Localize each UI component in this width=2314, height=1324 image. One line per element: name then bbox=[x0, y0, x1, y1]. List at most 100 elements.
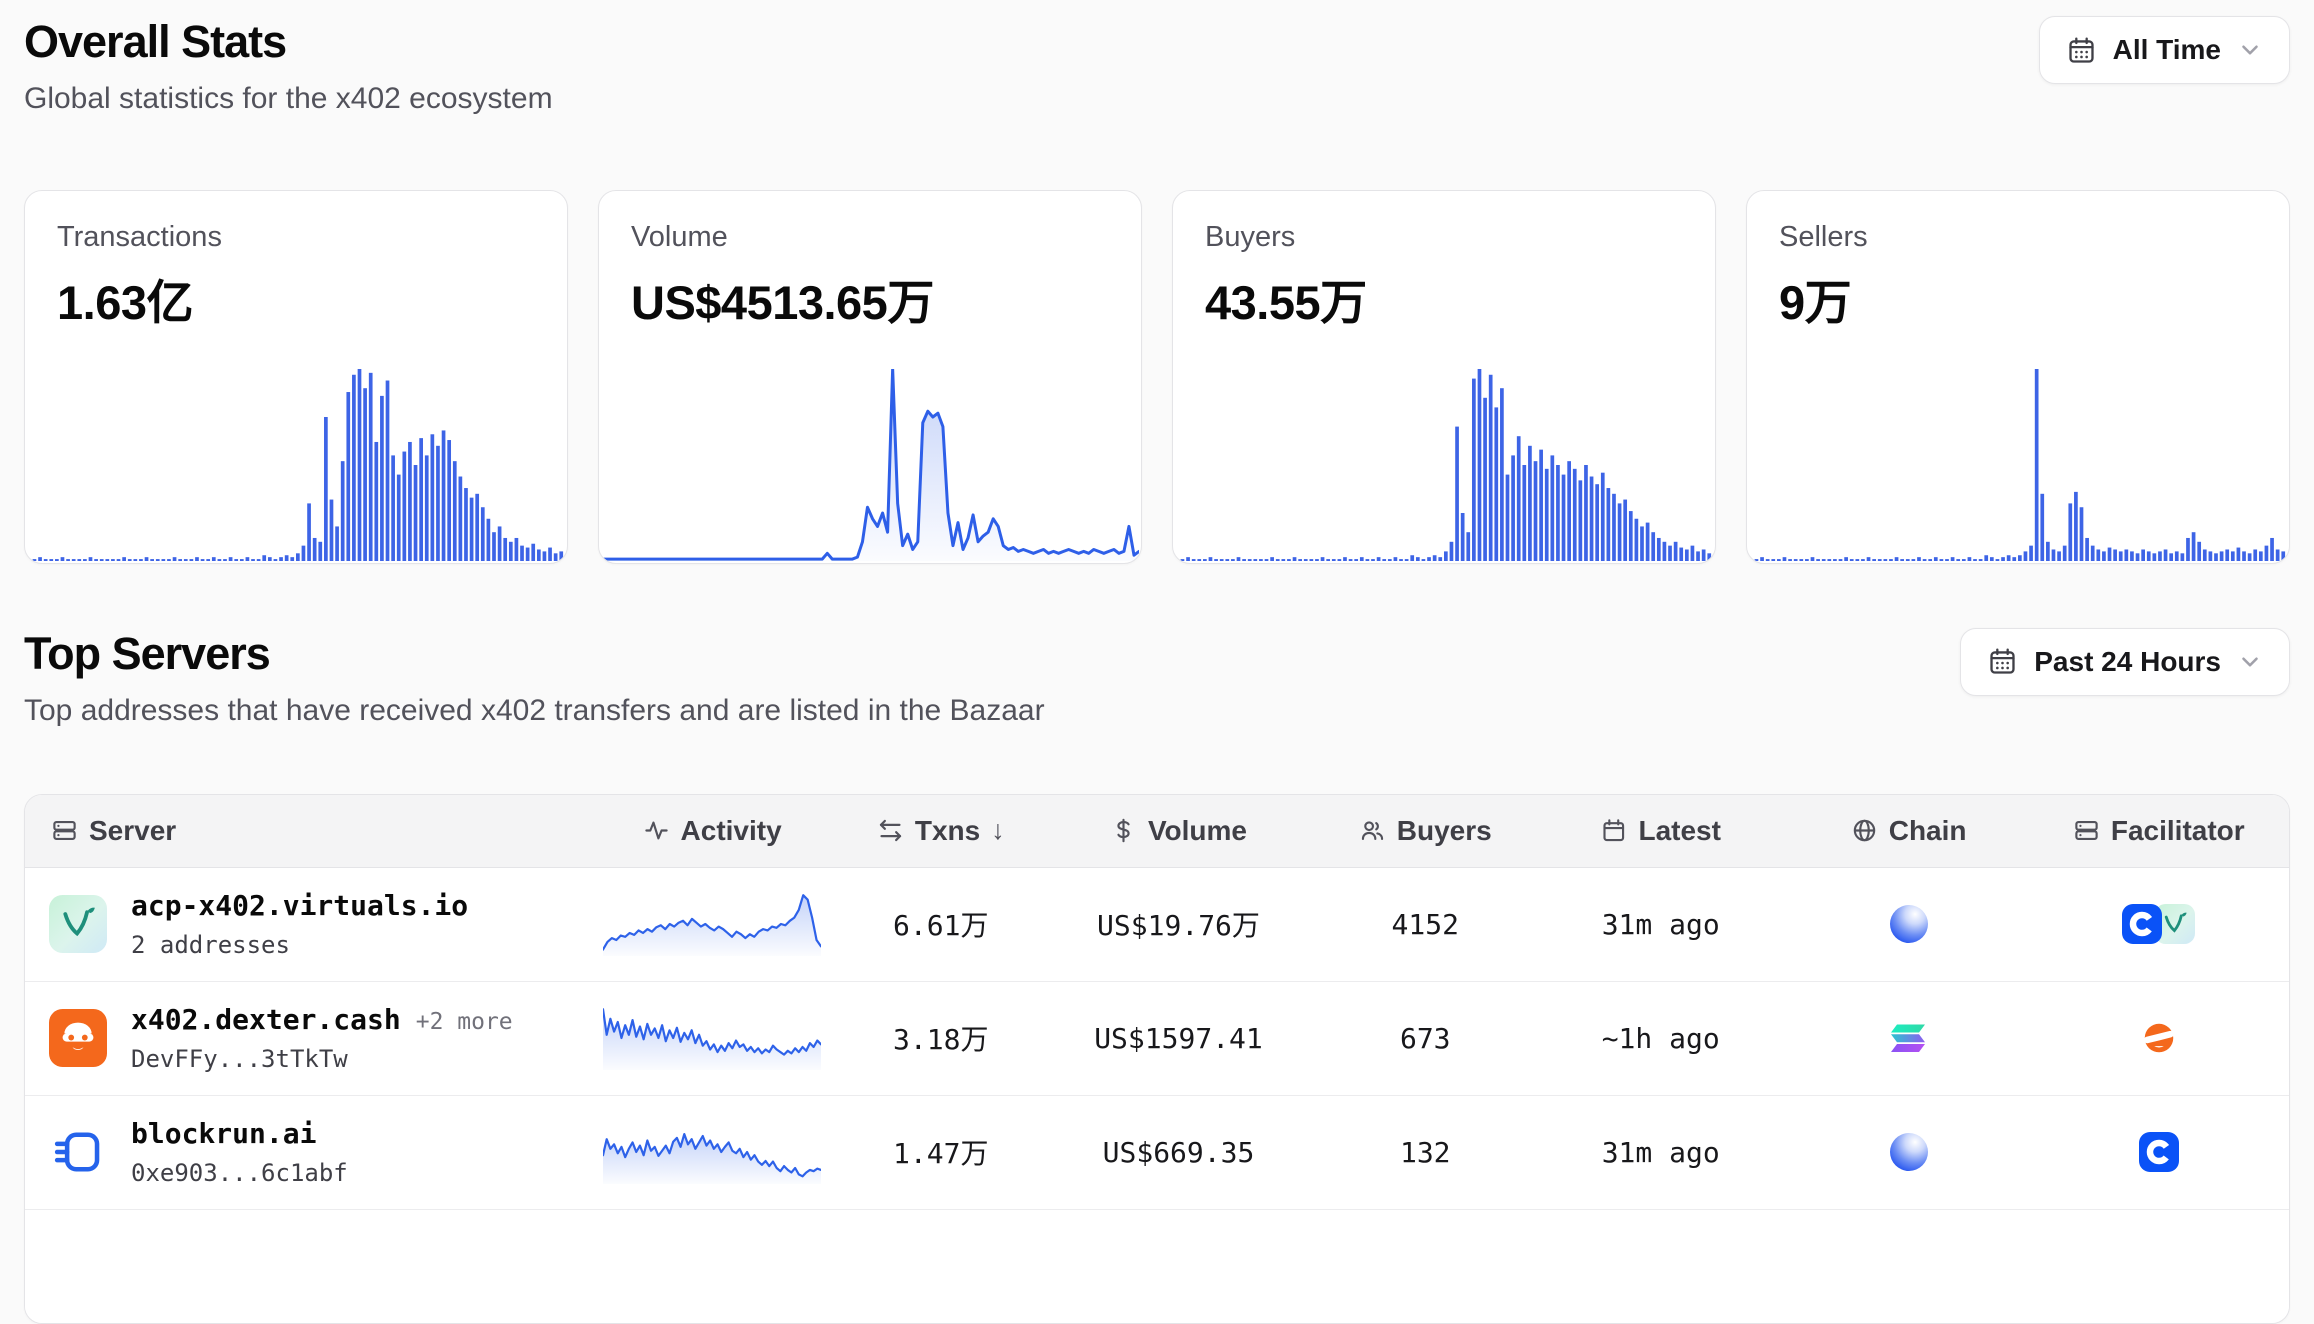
server-name-suffix: +2 more bbox=[416, 1009, 513, 1035]
chevron-down-icon bbox=[2237, 649, 2263, 675]
facilitator-icons bbox=[2139, 1132, 2179, 1172]
base-chain-icon bbox=[1890, 1133, 1928, 1171]
server-name[interactable]: blockrun.ai bbox=[131, 1117, 316, 1150]
base-chain-icon bbox=[1890, 905, 1928, 943]
activity-sparkline bbox=[603, 1006, 821, 1070]
dollar-icon bbox=[1110, 817, 1137, 844]
server-row-blockrun-ai[interactable]: blockrun.ai 0xe903...6c1abf 1.47万 US$669… bbox=[25, 1096, 2289, 1210]
stat-value: 9万 bbox=[1779, 264, 2257, 333]
col-label: Facilitator bbox=[2111, 815, 2245, 847]
col-label: Latest bbox=[1638, 815, 1720, 847]
swap-arrows-icon bbox=[877, 817, 904, 844]
calendar-icon bbox=[1600, 817, 1627, 844]
cdp-facilitator-icon bbox=[2139, 1132, 2179, 1172]
buyers-cell: 4152 bbox=[1318, 908, 1533, 941]
buyers-cell: 132 bbox=[1318, 1136, 1533, 1169]
top-servers-subtitle: Top addresses that have received x402 tr… bbox=[24, 694, 1045, 728]
stat-label: Buyers bbox=[1205, 221, 1683, 254]
users-icon bbox=[1359, 817, 1386, 844]
latest-cell: ~1h ago bbox=[1533, 1022, 1789, 1055]
volume-cell: US$1597.41 bbox=[1039, 1022, 1317, 1055]
stat-card-sellers: Sellers 9万 bbox=[1746, 190, 2290, 564]
stat-label: Volume bbox=[631, 221, 1109, 254]
facilitator-icons bbox=[2140, 1019, 2178, 1057]
buyers-cell: 673 bbox=[1318, 1022, 1533, 1055]
activity-sparkline bbox=[603, 1120, 821, 1184]
volume-cell: US$19.76万 bbox=[1039, 904, 1317, 944]
col-label: Volume bbox=[1148, 815, 1247, 847]
col-header-server[interactable]: Server bbox=[25, 815, 582, 847]
overall-range-label: All Time bbox=[2113, 34, 2221, 66]
txns-cell: 1.47万 bbox=[842, 1132, 1039, 1172]
server-name[interactable]: x402.dexter.cash bbox=[131, 1003, 401, 1036]
page-subtitle: Global statistics for the x402 ecosystem bbox=[24, 82, 553, 116]
stat-card-transactions: Transactions 1.63亿 bbox=[24, 190, 568, 564]
globe-icon bbox=[1851, 817, 1878, 844]
server-identity: x402.dexter.cash +2 more DevFFy...3tTkTw bbox=[131, 1003, 513, 1073]
transactions-trend-chart bbox=[27, 369, 565, 561]
col-header-facilitator[interactable]: Facilitator bbox=[2029, 815, 2289, 847]
col-header-buyers[interactable]: Buyers bbox=[1318, 815, 1533, 847]
top-servers-range-dropdown[interactable]: Past 24 Hours bbox=[1960, 628, 2290, 696]
page-title: Overall Stats bbox=[24, 16, 553, 68]
txns-cell: 6.61万 bbox=[842, 904, 1039, 944]
stat-card-volume: Volume US$4513.65万 bbox=[598, 190, 1142, 564]
sort-desc-icon[interactable]: ↓ bbox=[991, 815, 1005, 846]
top-servers-range-label: Past 24 Hours bbox=[2034, 646, 2221, 678]
calendar-icon bbox=[2066, 35, 2097, 66]
stat-value: 43.55万 bbox=[1205, 264, 1683, 333]
overall-range-dropdown[interactable]: All Time bbox=[2039, 16, 2290, 84]
table-header-row: Server Activity Txns bbox=[25, 795, 2289, 868]
latest-cell: 31m ago bbox=[1533, 1136, 1789, 1169]
server-row-partial[interactable] bbox=[25, 1210, 2289, 1323]
server-identity: acp-x402.virtuals.io 2 addresses bbox=[131, 889, 468, 959]
activity-sparkline bbox=[603, 892, 821, 956]
col-header-activity[interactable]: Activity bbox=[582, 815, 842, 847]
volume-cell: US$669.35 bbox=[1039, 1136, 1317, 1169]
chevron-down-icon bbox=[2237, 37, 2263, 63]
server-addresses: DevFFy...3tTkTw bbox=[131, 1045, 513, 1073]
x402-stats-dashboard: Overall Stats Global statistics for the … bbox=[0, 0, 2314, 1324]
server-row-x402-dexter-cash[interactable]: x402.dexter.cash +2 more DevFFy...3tTkTw… bbox=[25, 982, 2289, 1096]
col-label: Server bbox=[89, 815, 176, 847]
server-addresses: 0xe903...6c1abf bbox=[131, 1159, 348, 1187]
col-label: Chain bbox=[1889, 815, 1967, 847]
stat-label: Transactions bbox=[57, 221, 535, 254]
buyers-trend-chart bbox=[1175, 369, 1713, 561]
facilitator-icons bbox=[2122, 904, 2195, 944]
activity-icon bbox=[643, 817, 670, 844]
server-icon bbox=[2073, 817, 2100, 844]
server-addresses: 2 addresses bbox=[131, 931, 468, 959]
server-name[interactable]: acp-x402.virtuals.io bbox=[131, 889, 468, 922]
col-label: Activity bbox=[681, 815, 782, 847]
dexter-server-logo bbox=[49, 1009, 107, 1067]
col-header-txns[interactable]: Txns ↓ bbox=[842, 815, 1039, 847]
overall-stats-header: Overall Stats Global statistics for the … bbox=[24, 16, 553, 116]
solana-chain-icon bbox=[1891, 1024, 1927, 1053]
top-servers-title: Top Servers bbox=[24, 628, 1045, 680]
volume-trend-chart bbox=[601, 369, 1139, 561]
server-row-acp-x402-virtuals[interactable]: acp-x402.virtuals.io 2 addresses 6.61万 U… bbox=[25, 868, 2289, 982]
virtuals-server-logo bbox=[49, 895, 107, 953]
top-servers-table: Server Activity Txns bbox=[24, 794, 2290, 1324]
col-label: Buyers bbox=[1397, 815, 1492, 847]
txns-cell: 3.18万 bbox=[842, 1018, 1039, 1058]
sellers-trend-chart bbox=[1749, 369, 2287, 561]
server-identity: blockrun.ai 0xe903...6c1abf bbox=[131, 1117, 348, 1187]
blockrun-server-logo bbox=[49, 1123, 107, 1181]
calendar-icon bbox=[1987, 646, 2018, 677]
stat-cards: Transactions 1.63亿 Volume US$4513.65万 Bu… bbox=[24, 190, 2290, 564]
top-servers-header: Top Servers Top addresses that have rece… bbox=[24, 628, 1045, 728]
top-servers-section: Top Servers Top addresses that have rece… bbox=[24, 628, 2290, 1324]
col-label: Txns bbox=[915, 815, 980, 847]
col-header-chain[interactable]: Chain bbox=[1789, 815, 2029, 847]
stat-value: US$4513.65万 bbox=[631, 264, 1109, 333]
col-header-volume[interactable]: Volume bbox=[1039, 815, 1317, 847]
stat-value: 1.63亿 bbox=[57, 264, 535, 333]
stat-card-buyers: Buyers 43.55万 bbox=[1172, 190, 1716, 564]
col-header-latest[interactable]: Latest bbox=[1533, 815, 1789, 847]
latest-cell: 31m ago bbox=[1533, 908, 1789, 941]
overall-stats-section: Overall Stats Global statistics for the … bbox=[24, 16, 2290, 564]
dexter-facilitator-icon bbox=[2140, 1019, 2178, 1057]
cdp-facilitator-icon bbox=[2122, 904, 2162, 944]
